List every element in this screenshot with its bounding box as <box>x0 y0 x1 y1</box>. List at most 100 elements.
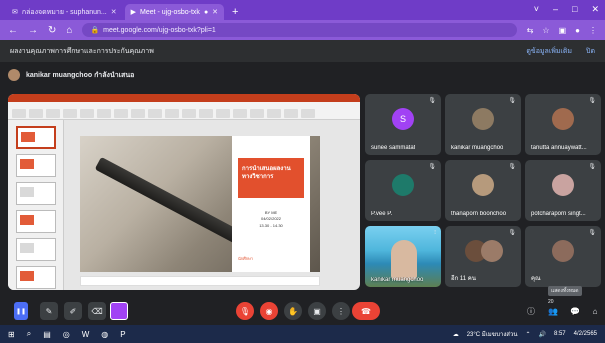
eraser-icon[interactable]: ⌫ <box>88 302 106 320</box>
chat-icon[interactable]: 💬 <box>566 302 584 320</box>
powerpoint-tools <box>8 108 360 120</box>
network-icon[interactable]: ⌃ <box>525 331 530 338</box>
avatar <box>472 108 494 130</box>
tab-meet[interactable]: ▶ Meet - ujg-osbo-txk ● ✕ <box>124 4 225 20</box>
close-icon[interactable]: ✕ <box>212 8 218 16</box>
participant-grid: 🎙 S sunee sammatat 🎙 kanikar muangchoo 🎙… <box>365 94 601 294</box>
avatar: S <box>392 108 414 130</box>
weather-text: 23°C มีเมฆบางส่วน <box>466 332 518 338</box>
pause-icon[interactable]: ❚❚ <box>14 302 28 320</box>
mail-icon: ✉ <box>12 9 18 16</box>
slide-time: 13.30 - 14.30 <box>259 222 283 228</box>
presentation-stage: การนำเสนอผลงานทางวิชาการ BY ME 04/02/202… <box>8 94 360 290</box>
more-options-icon[interactable]: ⁝ <box>434 229 436 236</box>
camera-off-button[interactable]: ◉ <box>260 302 278 320</box>
bookmark-star-icon[interactable]: ☆ <box>542 26 549 35</box>
slide-thumbnail <box>16 210 56 233</box>
file-explorer-icon[interactable]: ▤ <box>43 330 51 339</box>
participant-name: คุณ <box>531 276 541 282</box>
banner-dismiss-button[interactable]: ปิด <box>586 46 595 57</box>
close-window-button[interactable]: ✕ <box>591 4 599 15</box>
mic-off-icon: 🎙 <box>428 98 436 104</box>
avatar <box>552 108 574 130</box>
participant-tile[interactable]: 🎙 potcharaporn singt... <box>525 160 601 221</box>
participant-tile[interactable]: 🎙 P.vee P. <box>365 160 441 221</box>
translate-icon[interactable]: ⇆ <box>527 26 534 35</box>
app-icon[interactable]: ◍ <box>101 330 108 339</box>
banner-learn-more-link[interactable]: ดูข้อมูลเพิ่มเติม <box>526 46 572 57</box>
mic-off-icon: 🎙 <box>588 164 596 170</box>
address-row: ← → ↻ ⌂ 🔒 meet.google.com/ujg-osbo-txk?p… <box>0 20 605 40</box>
search-icon[interactable]: ⌕ <box>27 329 31 339</box>
slide-footer: นักศึกษา <box>238 256 253 262</box>
slide-thumbnail <box>16 238 56 261</box>
slide-thumbnail <box>16 154 56 177</box>
participant-count-badge: 20 <box>548 299 554 305</box>
chevron-down-icon[interactable]: ˅ <box>534 4 539 15</box>
windows-start-icon[interactable]: ⊞ <box>8 330 15 339</box>
activities-icon[interactable]: ⌂ <box>586 302 604 320</box>
extension-icons: ⇆ ☆ ▣ ● ⋮ <box>527 26 597 35</box>
maximize-button[interactable]: □ <box>572 4 577 15</box>
participant-name: tanutta annuaywatt... <box>531 145 587 151</box>
mic-off-icon: 🎙 <box>588 230 596 236</box>
info-icon[interactable]: ⓘ <box>522 302 540 320</box>
windows-taskbar: ⊞ ⌕ ▤ ◎ W ◍ P ☁ 23°C มีเมฆบางส่วน ⌃ 🔊 8:… <box>0 325 605 343</box>
participant-name: kanikar muangchoo <box>451 145 504 151</box>
participant-tile[interactable]: 🎙 thanaporn boonchoo <box>445 160 521 221</box>
slide-thumbnail <box>16 266 56 289</box>
participant-tile[interactable]: 🎙 kanikar muangchoo <box>445 94 521 155</box>
close-icon[interactable]: ✕ <box>111 8 117 16</box>
slide-title-card: การนำเสนอผลงานทางวิชาการ BY ME 04/02/202… <box>232 136 310 272</box>
avatar <box>392 174 414 196</box>
mic-off-button[interactable]: 🎙 <box>236 302 254 320</box>
chrome-icon[interactable]: ◎ <box>63 330 70 339</box>
lock-icon: 🔒 <box>90 27 100 34</box>
forward-icon[interactable]: → <box>28 25 38 36</box>
weather-icon: ☁ <box>452 331 459 338</box>
address-bar[interactable]: 🔒 meet.google.com/ujg-osbo-txk?pli=1 <box>82 23 517 37</box>
meet-icon: ▶ <box>130 9 137 16</box>
tab-strip: ✉ กล่องจดหมาย - suphanun... ✕ ▶ Meet - u… <box>0 0 605 20</box>
reload-icon[interactable]: ↻ <box>48 25 56 36</box>
mic-off-icon: 🎙 <box>588 98 596 104</box>
info-banner: ผลงานคุณภาพการศึกษาและการประกันคุณภาพ ดู… <box>0 40 605 62</box>
browser-chrome: ✉ กล่องจดหมาย - suphanun... ✕ ▶ Meet - u… <box>0 0 605 40</box>
minimize-button[interactable]: – <box>553 4 558 15</box>
menu-icon[interactable]: ⋮ <box>589 26 597 35</box>
tab-inbox[interactable]: ✉ กล่องจดหมาย - suphanun... ✕ <box>6 4 123 20</box>
participant-tile[interactable]: 🎙 tanutta annuaywatt... <box>525 94 601 155</box>
participant-tile[interactable]: 🎙 S sunee sammatat <box>365 94 441 155</box>
present-button[interactable]: ▣ <box>308 302 326 320</box>
profile-icon[interactable]: ● <box>575 26 580 35</box>
color-swatch[interactable] <box>110 302 128 320</box>
powerpoint-icon[interactable]: P <box>120 330 125 339</box>
participant-tile-others[interactable]: 🎙 อีก 11 คน <box>445 226 521 287</box>
participant-tile-video[interactable]: ⁝ kanikar muangchoo <box>365 226 441 287</box>
word-icon[interactable]: W <box>82 330 90 339</box>
volume-icon[interactable]: 🔊 <box>538 331 545 338</box>
new-tab-button[interactable]: + <box>226 4 244 20</box>
system-tray: ☁ 23°C มีเมฆบางส่วน ⌃ 🔊 8:57 4/2/2565 <box>453 329 597 339</box>
leave-call-button[interactable]: ☎ <box>352 302 380 320</box>
avatar <box>552 240 574 262</box>
extension-icon[interactable]: ▣ <box>559 26 567 35</box>
more-options-button[interactable]: ⋮ <box>332 302 350 320</box>
participant-name: อีก 11 คน <box>451 276 476 282</box>
avatar <box>472 174 494 196</box>
highlighter-icon[interactable]: ✐ <box>64 302 82 320</box>
pen-tool-icon[interactable]: ✎ <box>40 302 58 320</box>
participant-name: kanikar muangchoo <box>371 277 424 283</box>
raise-hand-button[interactable]: ✋ <box>284 302 302 320</box>
participant-tile-self[interactable]: 🎙 คุณ <box>525 226 601 287</box>
participant-name: thanaporn boonchoo <box>451 211 507 217</box>
tab-inbox-title: กล่องจดหมาย - suphanun... <box>21 8 107 16</box>
pencil-image <box>94 156 252 249</box>
clock-time[interactable]: 8:57 <box>554 331 566 337</box>
mic-off-icon: 🎙 <box>508 164 516 170</box>
clock-date[interactable]: 4/2/2565 <box>574 331 597 337</box>
powerpoint-ribbon <box>8 94 360 120</box>
back-icon[interactable]: ← <box>8 25 18 36</box>
participant-name: P.vee P. <box>371 211 393 217</box>
home-icon[interactable]: ⌂ <box>66 25 72 36</box>
